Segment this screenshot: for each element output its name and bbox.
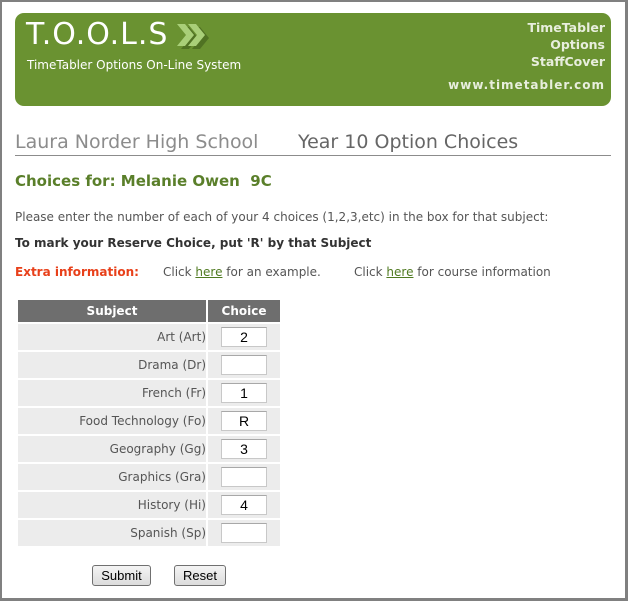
example-link-text: Click here for an example. [163,265,321,279]
product-staffcover: StaffCover [530,54,605,69]
choices-table: Subject Choice Art (Art) Drama (Dr) Fren… [16,298,282,548]
subject-name: Geography (Gg) [18,436,206,462]
course-info-link-text: Click here for course information [354,265,551,279]
table-row: Drama (Dr) [18,352,280,378]
student-heading: Choices for: Melanie Owen 9C [15,172,272,190]
example-prefix: Click [163,265,196,279]
subject-name: Graphics (Gra) [18,464,206,490]
example-suffix: for an example. [222,265,321,279]
subject-name: Spanish (Sp) [18,520,206,546]
choice-input-spanish[interactable] [221,523,267,543]
instructions-text: Please enter the number of each of your … [15,210,549,224]
tools-logo: T.O.O.L.S [26,17,169,52]
tagline: TimeTabler Options On-Line System [27,58,242,72]
reserve-instructions: To mark your Reserve Choice, put 'R' by … [15,236,372,250]
choice-input-drama[interactable] [221,355,267,375]
subject-name: French (Fr) [18,380,206,406]
table-row: Graphics (Gra) [18,464,280,490]
header-banner: T.O.O.L.S TimeTabler Options On-Line Sys… [15,13,611,106]
extra-information-label: Extra information: [15,265,139,279]
choice-input-french[interactable] [221,383,267,403]
reset-button[interactable]: Reset [174,565,226,586]
double-chevron-right-icon [177,24,209,49]
page-title: Year 10 Option Choices [298,131,519,153]
subject-name: History (Hi) [18,492,206,518]
table-header-row: Subject Choice [18,300,280,322]
title-bar: Laura Norder High School Year 10 Option … [15,130,611,156]
table-row: Art (Art) [18,324,280,350]
product-timetabler: TimeTabler [527,20,605,35]
table-row: Geography (Gg) [18,436,280,462]
choice-input-graphics[interactable] [221,467,267,487]
school-name: Laura Norder High School [15,131,259,153]
course-info-link[interactable]: here [386,265,413,279]
table-row: French (Fr) [18,380,280,406]
course-info-prefix: Click [354,265,387,279]
choice-input-geography[interactable] [221,439,267,459]
table-row: History (Hi) [18,492,280,518]
website-url: www.timetabler.com [448,78,605,92]
choice-column-header: Choice [208,300,280,322]
choice-input-art[interactable] [221,327,267,347]
submit-button[interactable]: Submit [92,565,151,586]
table-row: Food Technology (Fo) [18,408,280,434]
subject-name: Food Technology (Fo) [18,408,206,434]
example-link[interactable]: here [195,265,222,279]
table-row: Spanish (Sp) [18,520,280,546]
choice-input-food-technology[interactable] [221,411,267,431]
product-list: TimeTabler Options StaffCover [527,19,605,70]
course-info-suffix: for course information [413,265,551,279]
product-options: Options [550,37,605,52]
choice-input-history[interactable] [221,495,267,515]
subject-column-header: Subject [18,300,206,322]
subject-name: Art (Art) [18,324,206,350]
subject-name: Drama (Dr) [18,352,206,378]
